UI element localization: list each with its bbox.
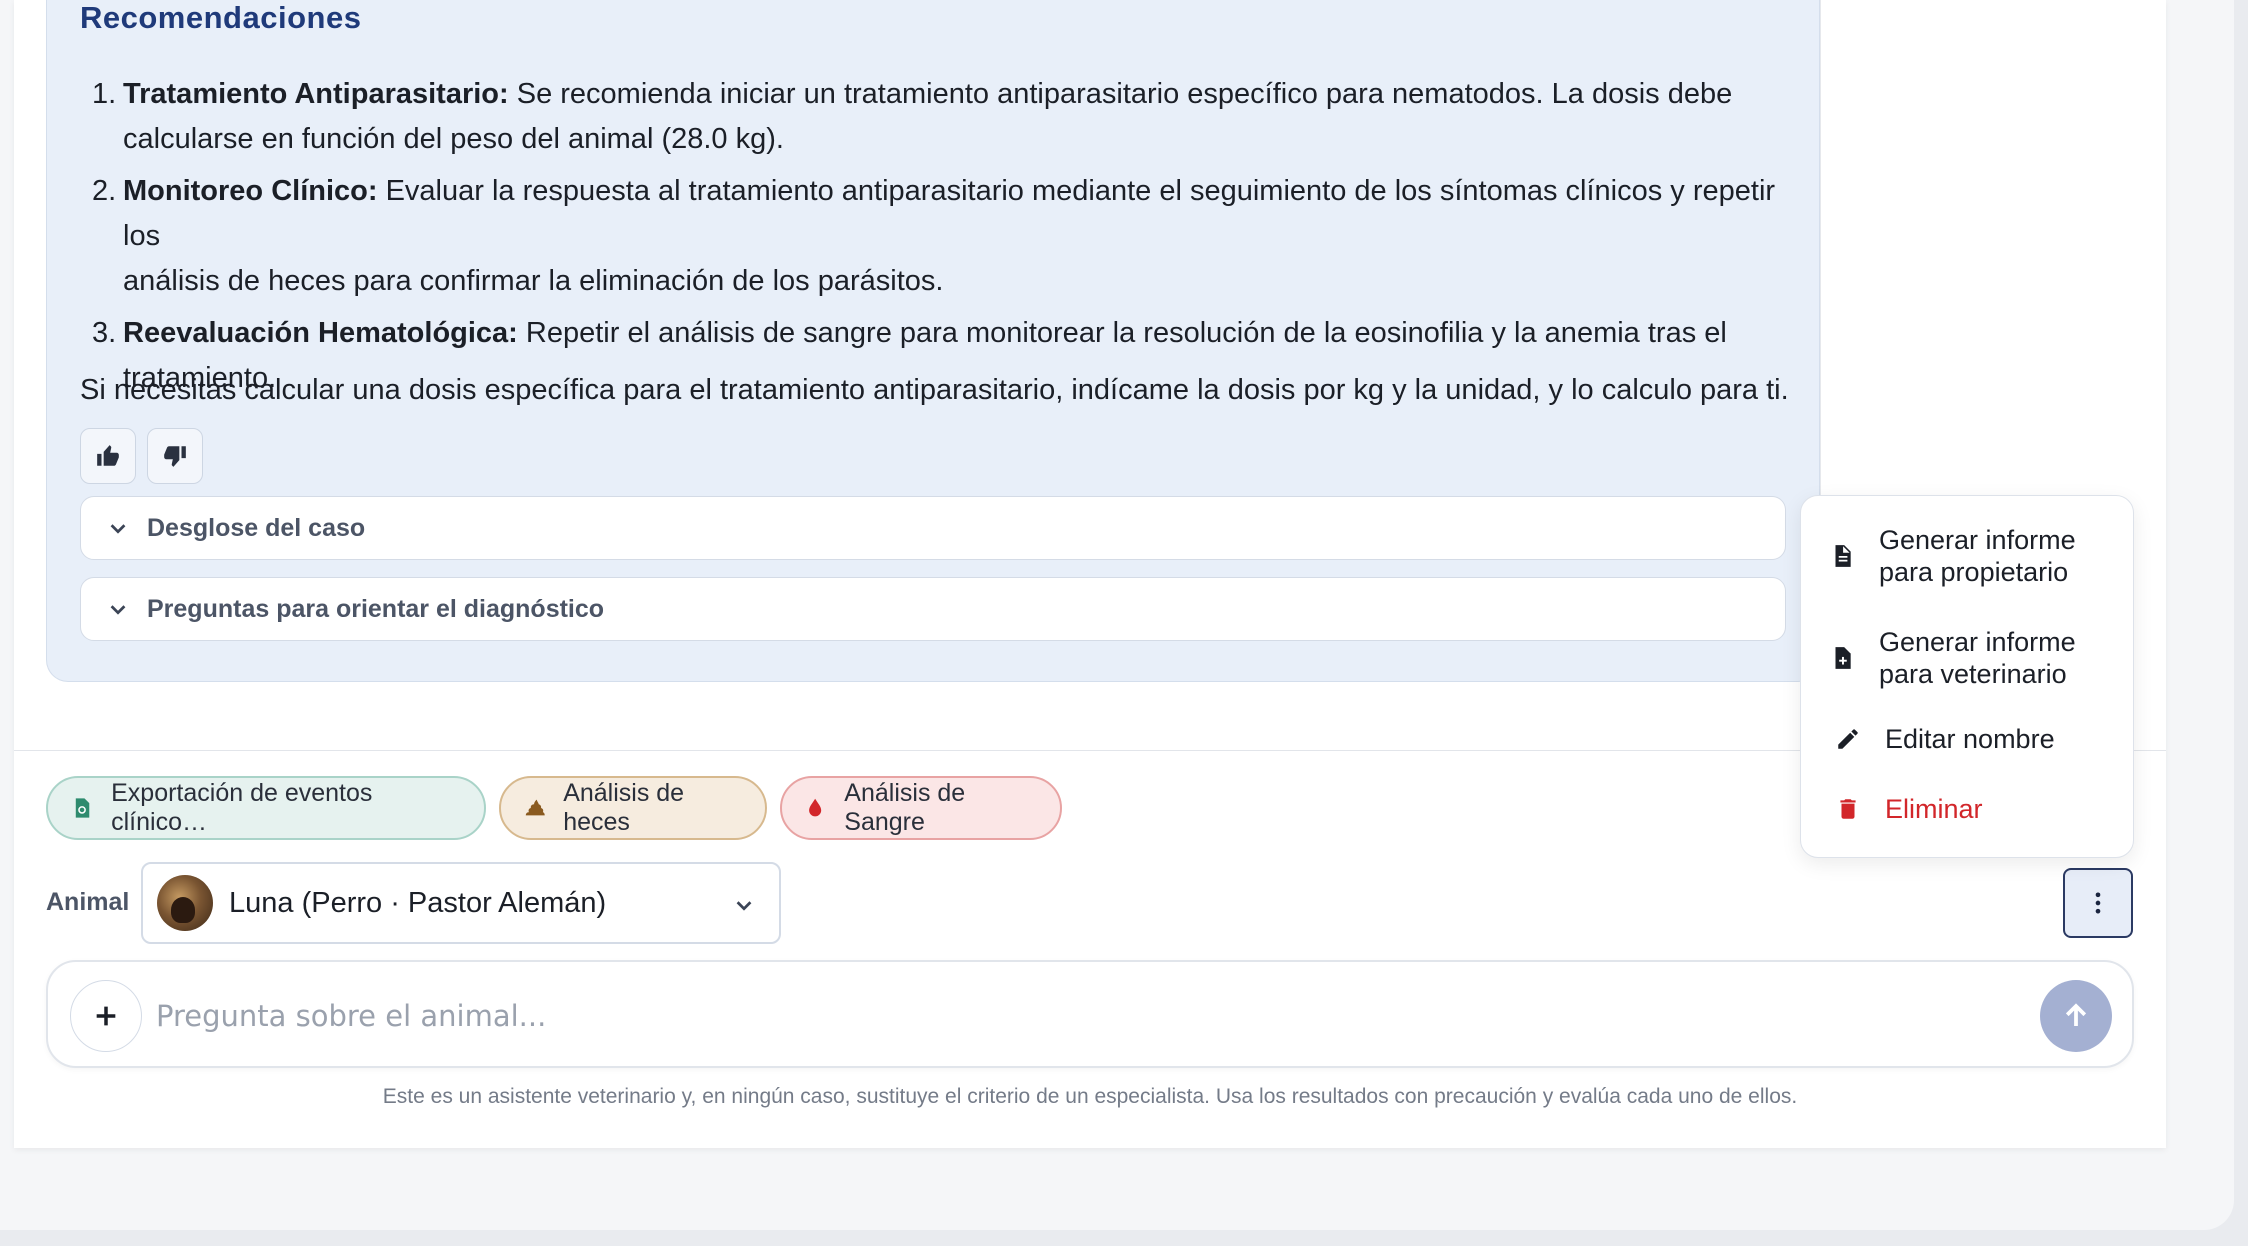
disclaimer: Este es un asistente veterinario y, en n… bbox=[382, 1085, 1798, 1108]
options-menu: Generar informe para propietario Generar … bbox=[1800, 495, 2134, 858]
recommendations-list: 1. Tratamiento Antiparasitario: Se recom… bbox=[80, 72, 1800, 408]
thumbs-up-icon bbox=[97, 445, 119, 466]
list-number: 2. bbox=[92, 175, 117, 207]
menu-item-vet-report[interactable]: Generar informe para veterinario bbox=[1829, 626, 2076, 690]
menu-item-line: Generar informe bbox=[1879, 627, 2076, 657]
more-options-button[interactable] bbox=[2063, 868, 2133, 938]
dislike-button[interactable] bbox=[147, 428, 203, 484]
attachment-chip-export[interactable]: Exportación de eventos clínico… bbox=[46, 776, 486, 840]
recommendation-text: Repetir el análisis de sangre para monit… bbox=[517, 317, 1727, 349]
recommendation-title: Tratamiento Antiparasitario: bbox=[123, 78, 509, 110]
menu-item-label: Eliminar bbox=[1885, 794, 1983, 824]
menu-item-line: para veterinario bbox=[1879, 659, 2067, 689]
pencil-icon bbox=[1838, 729, 1858, 749]
list-number: 1. bbox=[92, 78, 117, 110]
menu-item-delete[interactable]: Eliminar bbox=[1835, 793, 1983, 825]
recommendation-text: análisis de heces para confirmar la elim… bbox=[123, 265, 944, 297]
recommendation-title: Reevaluación Hematológica: bbox=[123, 317, 518, 349]
recommendation-text: Se recomienda iniciar un tratamiento ant… bbox=[508, 78, 1733, 110]
list-item: 2. Monitoreo Clínico: Evaluar la respues… bbox=[80, 169, 1800, 304]
attachment-chip-stool[interactable]: Análisis de heces bbox=[499, 776, 767, 840]
chevron-down-icon bbox=[110, 605, 126, 615]
attachment-label: Análisis de heces bbox=[563, 779, 685, 836]
list-number: 3. bbox=[92, 317, 117, 349]
animal-select[interactable]: Luna (Perro · Pastor Alemán) bbox=[141, 862, 781, 944]
menu-item-label: Editar nombre bbox=[1885, 724, 2055, 754]
attachment-label: Análisis de Sangre bbox=[844, 779, 966, 836]
arrow-up-icon bbox=[2065, 1003, 2087, 1026]
more-vertical-icon bbox=[2095, 892, 2101, 914]
send-button[interactable] bbox=[2040, 980, 2112, 1052]
accordion-label: Desglose del caso bbox=[147, 513, 366, 542]
recommendation-title: Monitoreo Clínico: bbox=[123, 175, 378, 207]
add-attachment-button[interactable] bbox=[70, 980, 142, 1052]
menu-item-line: Generar informe bbox=[1879, 525, 2076, 555]
file-spreadsheet-icon bbox=[75, 798, 90, 818]
animal-label: Animal bbox=[46, 888, 130, 916]
closing-text: Si necesitas calcular una dosis específi… bbox=[80, 374, 1789, 406]
plus-icon bbox=[96, 1006, 116, 1026]
message-input[interactable] bbox=[156, 986, 1936, 1046]
menu-item-rename[interactable]: Editar nombre bbox=[1835, 723, 2055, 755]
document-plus-icon bbox=[1835, 647, 1851, 669]
chevron-down-icon bbox=[736, 901, 752, 911]
list-item: 1. Tratamiento Antiparasitario: Se recom… bbox=[80, 72, 1800, 162]
menu-item-line: para propietario bbox=[1879, 557, 2069, 587]
attachment-chip-blood[interactable]: Análisis de Sangre bbox=[780, 776, 1062, 840]
trash-icon bbox=[1840, 799, 1856, 819]
thumbs-down-icon bbox=[164, 446, 186, 467]
menu-item-owner-report[interactable]: Generar informe para propietario bbox=[1829, 524, 2076, 588]
section-heading: Recomendaciones bbox=[80, 0, 362, 35]
accordion-case-breakdown[interactable]: Desglose del caso bbox=[80, 496, 1786, 560]
recommendation-text: calcularse en función del peso del anima… bbox=[123, 123, 784, 155]
document-icon bbox=[1835, 545, 1851, 567]
composer bbox=[46, 960, 2134, 1068]
animal-select-value: Luna (Perro · Pastor Alemán) bbox=[229, 886, 607, 919]
accordion-diagnostic-questions[interactable]: Preguntas para orientar el diagnóstico bbox=[80, 577, 1786, 641]
stool-icon bbox=[525, 799, 545, 816]
like-button[interactable] bbox=[80, 428, 136, 484]
attachment-label: Exportación de eventos clínico… bbox=[111, 779, 373, 836]
animal-avatar bbox=[157, 875, 213, 931]
chevron-down-icon bbox=[110, 524, 126, 534]
blood-drop-icon bbox=[809, 798, 822, 817]
accordion-label: Preguntas para orientar el diagnóstico bbox=[147, 594, 605, 623]
